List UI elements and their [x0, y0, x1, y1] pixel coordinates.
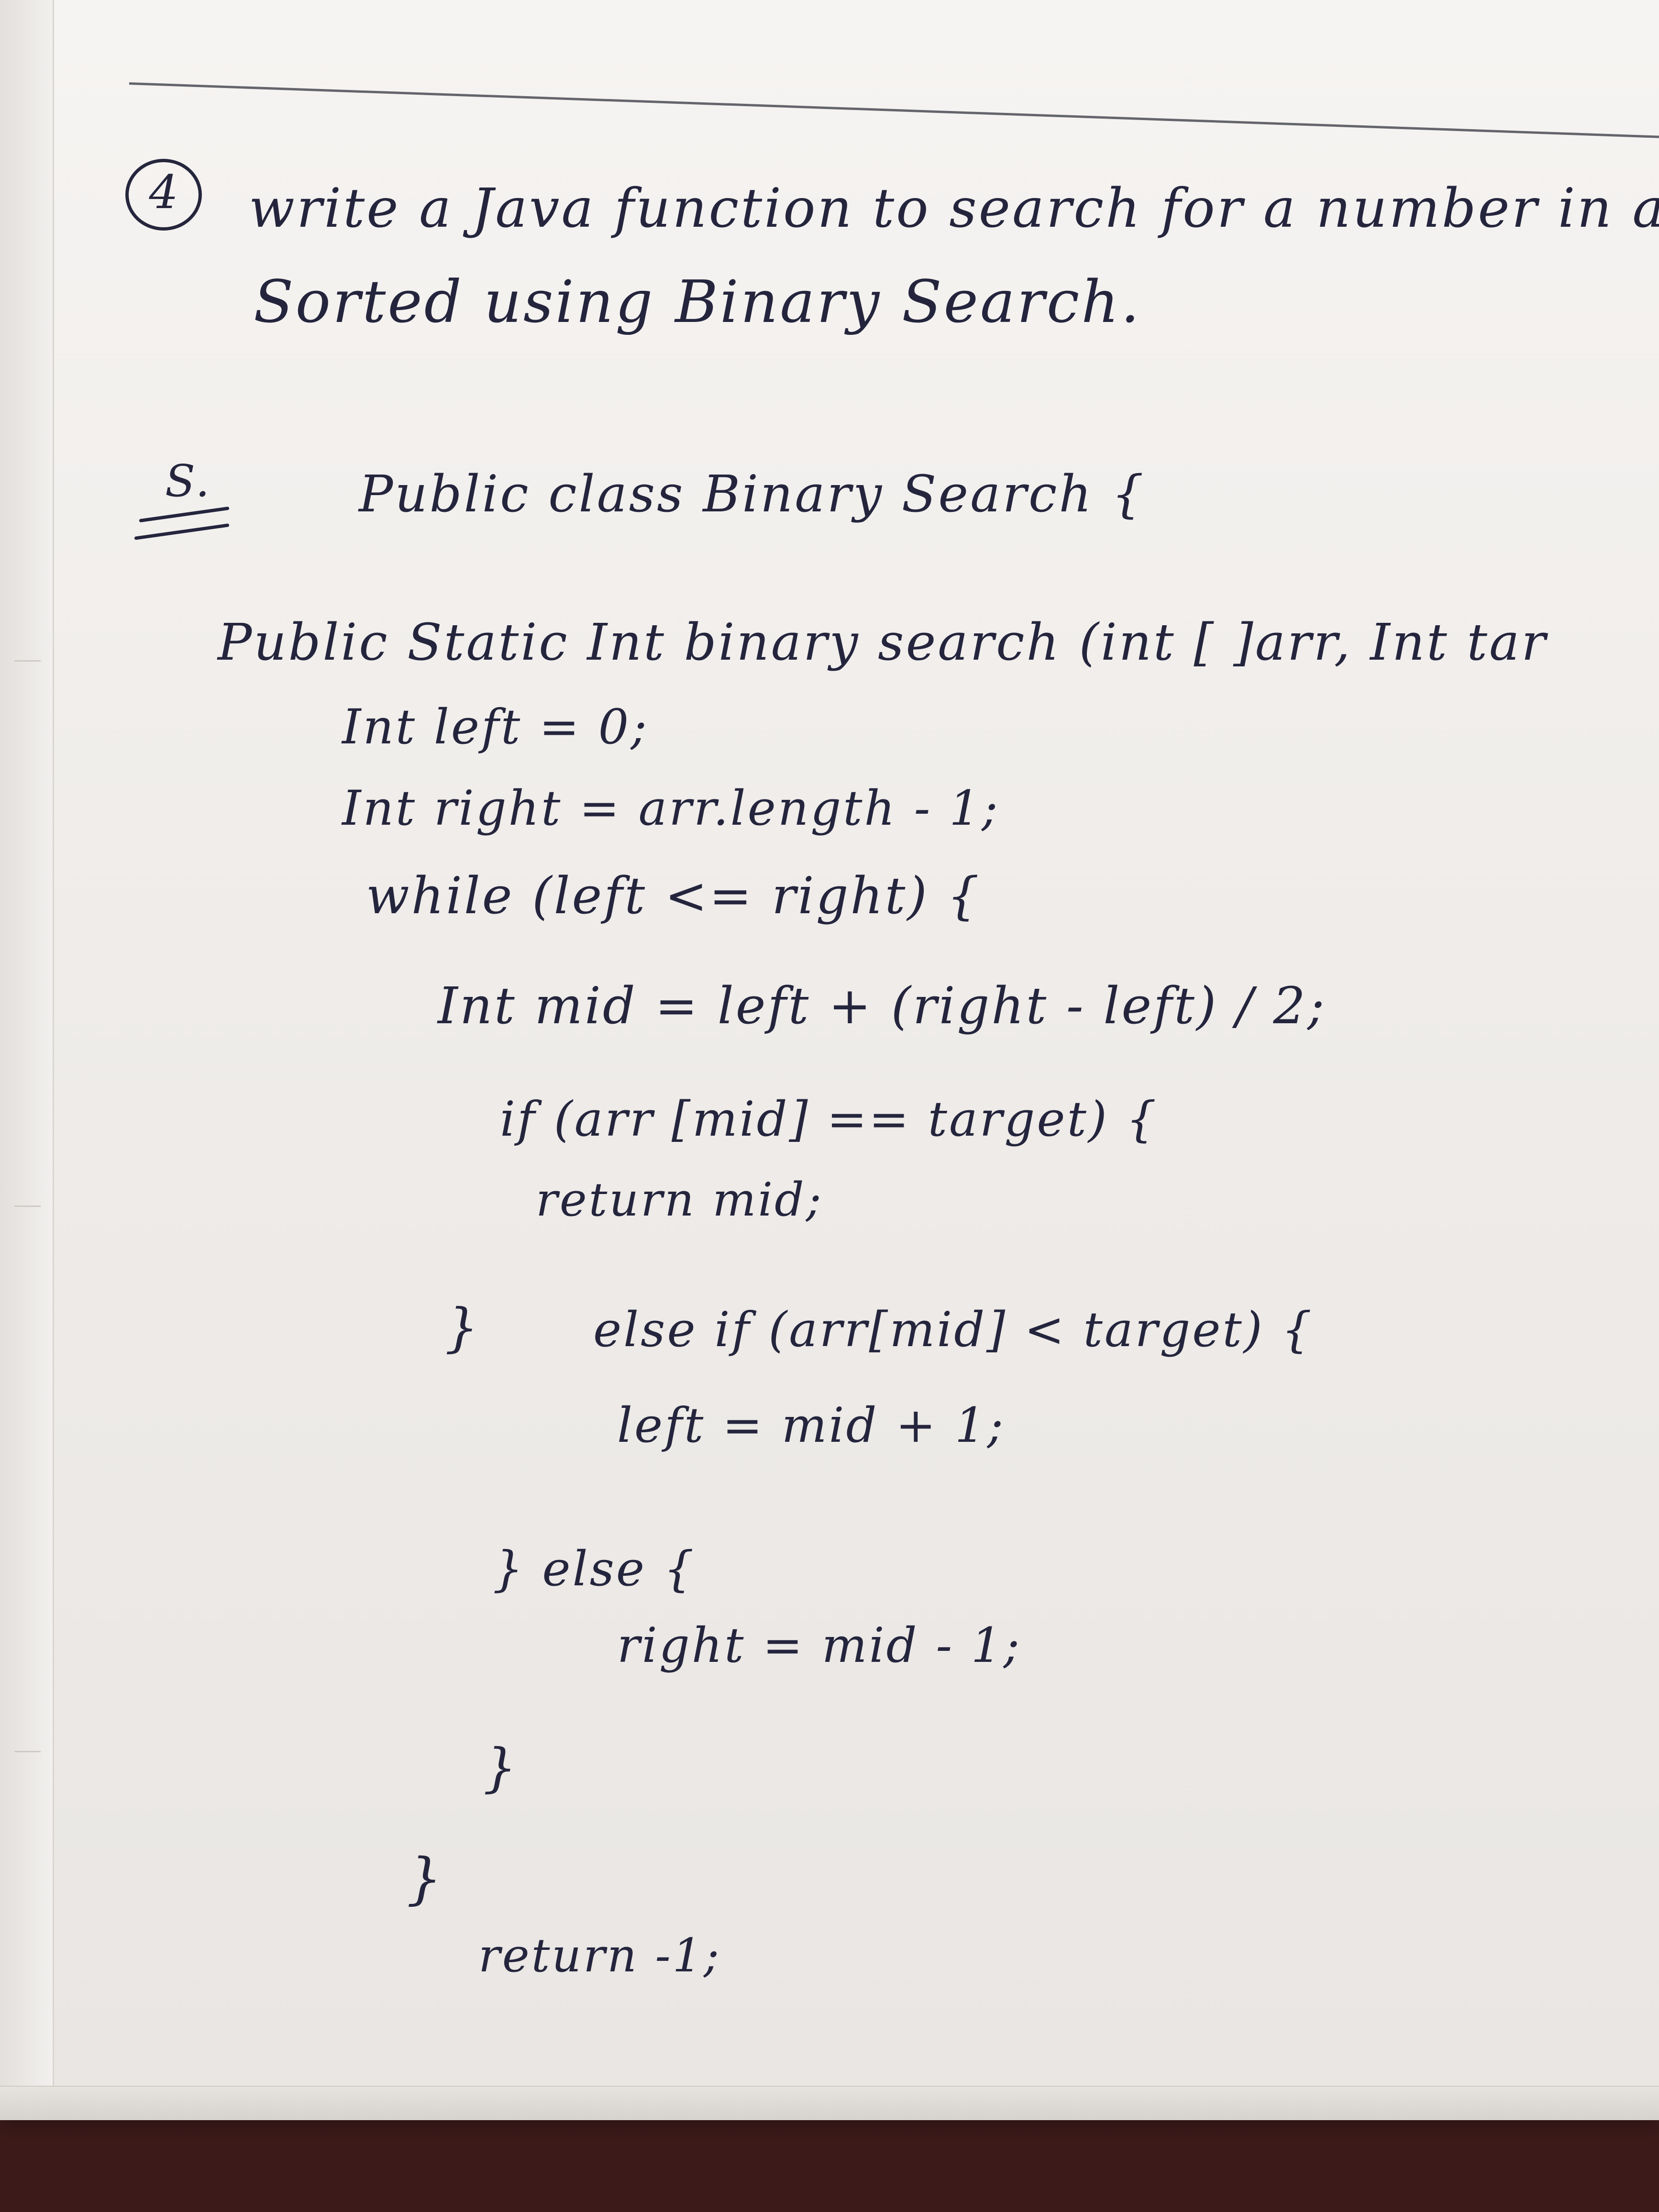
code-line-mid: Int mid = left + (right - left) / 2; [438, 976, 1327, 1035]
code-line-return-mid: return mid; [536, 1173, 823, 1227]
top-ruled-line [129, 82, 1659, 138]
page-bottom-edge [0, 2086, 1659, 2120]
solution-label-underline [134, 523, 230, 540]
page-margin-strip [0, 0, 54, 2114]
notebook-page: 4 write a Java function to search for a … [0, 0, 1659, 2120]
code-line-method-signature: Public Static Int binary search (int [ ]… [218, 613, 1548, 672]
code-line-right-update: right = mid - 1; [617, 1617, 1022, 1673]
code-line-close-while: } [407, 1847, 444, 1911]
question-line-2: Sorted using Binary Search. [254, 268, 1141, 336]
solution-label-underline [139, 506, 230, 523]
code-line-close-if: } [445, 1297, 480, 1358]
margin-tick [14, 1751, 41, 1752]
margin-tick [14, 1206, 41, 1207]
code-line-if: if (arr [mid] == target) { [500, 1091, 1159, 1147]
margin-tick [14, 660, 41, 662]
code-line-else: } else { [493, 1541, 696, 1597]
question-line-1: write a Java function to search for a nu… [249, 177, 1659, 240]
code-line-right-init: Int right = arr.length - 1; [342, 780, 1000, 836]
code-line-while: while (left <= right) { [366, 866, 981, 925]
solution-label: S. [165, 455, 211, 507]
code-line-left-update: left = mid + 1; [617, 1397, 1006, 1453]
question-number: 4 [149, 166, 178, 219]
code-line-close-else: } [483, 1737, 519, 1798]
code-line-else-if: else if (arr[mid] < target) { [593, 1302, 1314, 1358]
code-line-class: Public class Binary Search { [359, 465, 1146, 523]
code-line-return-minus-one: return -1; [478, 1929, 721, 1982]
code-line-left-init: Int left = 0; [342, 699, 649, 755]
